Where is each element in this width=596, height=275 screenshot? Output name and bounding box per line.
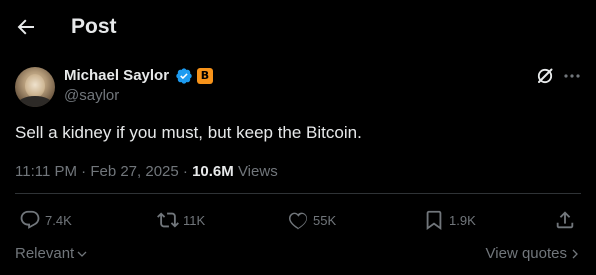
share-button[interactable] — [554, 209, 580, 231]
bookmark-button[interactable]: 1.9K — [423, 209, 476, 231]
avatar[interactable] — [15, 67, 55, 107]
reply-icon — [19, 209, 41, 231]
author-handle[interactable]: @saylor — [64, 87, 119, 105]
bookmark-icon — [423, 209, 445, 231]
bookmark-count: 1.9K — [449, 212, 476, 228]
back-arrow-icon[interactable] — [14, 15, 38, 39]
reply-button[interactable]: 7.4K — [19, 209, 72, 231]
share-icon — [554, 209, 576, 231]
views-label: Views — [237, 163, 278, 180]
grok-icon[interactable] — [535, 66, 555, 86]
post-text: Sell a kidney if you must, but keep the … — [15, 123, 362, 142]
reply-count: 7.4K — [45, 212, 72, 228]
post-meta: 11:11 PM · Feb 27, 2025 · 10.6M Views — [15, 163, 278, 181]
repost-button[interactable]: 11K — [157, 209, 205, 231]
meta-separator: · — [81, 163, 87, 180]
page-title: Post — [71, 15, 117, 38]
bitcoin-badge-icon[interactable]: B — [197, 68, 213, 84]
more-options-icon[interactable] — [562, 66, 582, 86]
heart-icon — [287, 209, 309, 231]
like-count: 55K — [313, 212, 337, 228]
chevron-right-icon — [570, 248, 580, 260]
view-quotes-link[interactable]: View quotes — [486, 245, 580, 263]
chevron-down-icon — [76, 248, 88, 260]
sort-label: Relevant — [15, 245, 75, 262]
sort-dropdown[interactable]: Relevant — [15, 245, 88, 263]
author-name[interactable]: Michael Saylor — [64, 67, 169, 85]
view-quotes-label: View quotes — [485, 245, 567, 262]
like-button[interactable]: 55K — [287, 209, 336, 231]
post-time[interactable]: 11:11 PM — [15, 163, 77, 180]
meta-separator: · — [182, 163, 188, 180]
post-date[interactable]: Feb 27, 2025 — [90, 163, 178, 180]
divider — [15, 193, 581, 194]
views-count[interactable]: 10.6M — [192, 163, 234, 180]
repost-icon — [157, 209, 179, 231]
repost-count: 11K — [183, 212, 206, 228]
verified-badge-icon[interactable] — [175, 67, 193, 85]
